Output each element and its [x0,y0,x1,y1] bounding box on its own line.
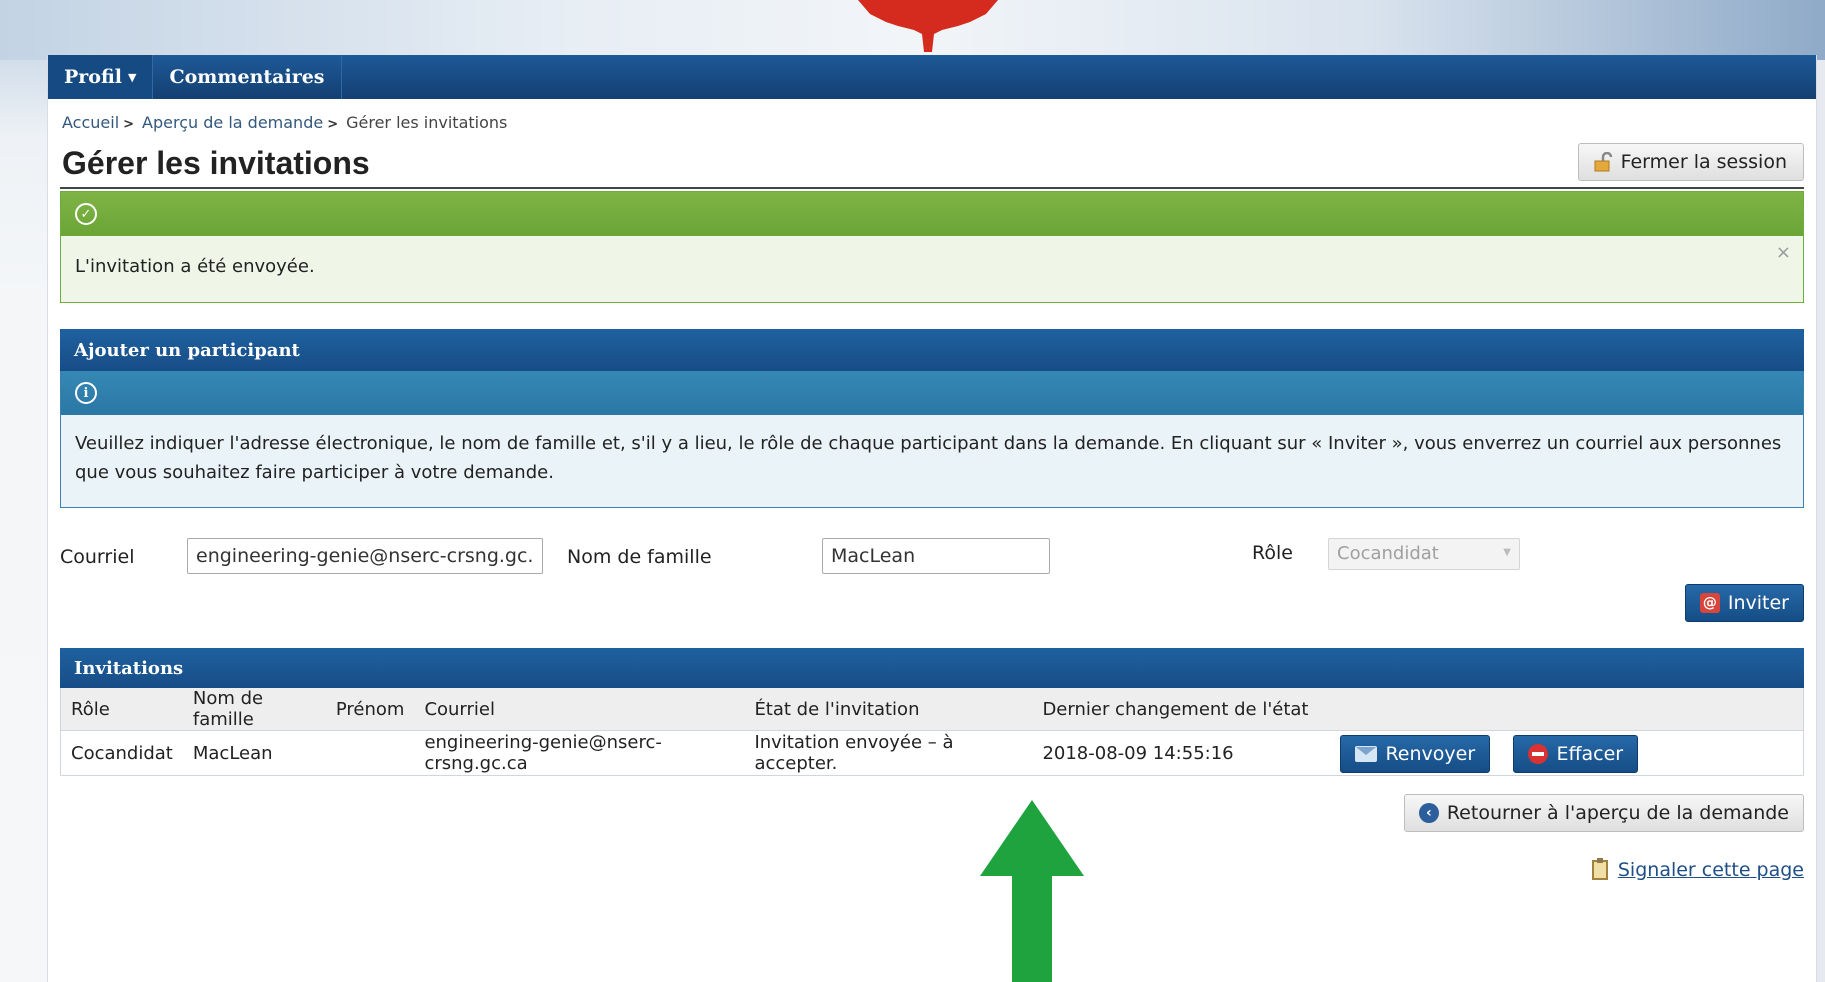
chevron-down-icon: ▼ [128,70,137,84]
footer-actions: ‹ Retourner à l'aperçu de la demande Sig… [48,776,1816,926]
chevron-down-icon: ▼ [1503,547,1511,558]
nav-comments[interactable]: Commentaires [153,55,342,99]
top-navigation: Profil ▼ Commentaires [48,55,1816,99]
cell-changed: 2018-08-09 14:55:16 [1042,742,1234,764]
invitations-table-wrap: Rôle Nom de famille Prénom Courriel État… [60,688,1804,776]
row-actions: Renvoyer Effacer [1340,731,1793,775]
breadcrumb-overview-link[interactable]: Aperçu de la demande [142,113,323,132]
lastname-label: Nom de famille [567,546,712,568]
logout-label: Fermer la session [1620,151,1787,173]
back-label: Retourner à l'aperçu de la demande [1446,802,1789,824]
nav-comments-label: Commentaires [169,66,325,88]
breadcrumb-current: Gérer les invitations [346,113,508,132]
table-header-row: Rôle Nom de famille Prénom Courriel État… [61,688,1803,731]
delete-icon [1528,744,1549,764]
page-title: Gérer les invitations [62,145,370,181]
report-label: Signaler cette page [1617,859,1804,881]
column-header: État de l'invitation [744,688,1033,731]
breadcrumb: Accueil > Aperçu de la demande > Gérer les i… [48,99,1816,141]
lastname-field[interactable] [822,538,1050,574]
delete-label: Effacer [1556,743,1624,765]
invitations-heading: Invitations [60,648,1804,688]
back-arrow-icon: ‹ [1418,803,1439,823]
lock-icon [1594,152,1612,172]
success-alert: ✓ L'invitation a été envoyée. × [60,191,1804,303]
email-label: Courriel [60,546,135,568]
email-field[interactable] [187,538,543,574]
info-text: Veuillez indiquer l'adresse électronique… [61,415,1803,507]
cell-role: Cocandidat [71,742,173,764]
invitations-table: Rôle Nom de famille Prénom Courriel État… [61,688,1803,775]
column-header-actions [1330,688,1803,731]
resend-button[interactable]: Renvoyer [1340,735,1491,773]
column-header: Rôle [61,688,183,731]
report-page-link[interactable]: Signaler cette page [1591,858,1804,881]
column-header: Courriel [414,688,745,731]
cell-status: Invitation envoyée – à accepter. [754,732,954,774]
invite-button[interactable]: @ Inviter [1684,584,1804,622]
breadcrumb-separator-icon: > [327,117,339,132]
cell-actions: Renvoyer Effacer [1330,731,1803,776]
breadcrumb-home-link[interactable]: Accueil [62,113,119,132]
info-icon: i [75,382,97,404]
role-select[interactable]: Cocandidat ▼ [1328,538,1520,570]
annotation-arrow-icon [980,800,1084,982]
title-row: Gérer les invitations Fermer la session [60,141,1804,189]
clipboard-icon [1591,858,1608,880]
column-header: Nom de famille [182,688,326,731]
email-at-icon: @ [1699,593,1720,613]
maple-leaf-icon [858,0,998,52]
success-alert-header: ✓ [61,192,1803,236]
column-header: Prénom [325,688,415,731]
resend-label: Renvoyer [1385,743,1476,765]
nav-profile-menu[interactable]: Profil ▼ [48,55,154,99]
check-circle-icon: ✓ [75,203,97,225]
breadcrumb-separator-icon: > [123,117,135,132]
info-box: i Veuillez indiquer l'adresse électroniq… [60,371,1804,508]
add-participant-heading: Ajouter un participant [60,329,1804,371]
main-container: Profil ▼ Commentaires Accueil > Aperçu de … [47,55,1817,982]
role-label: Rôle [1252,542,1293,564]
role-select-value: Cocandidat [1337,543,1439,564]
success-message: L'invitation a été envoyée. [75,256,315,277]
column-header: Dernier changement de l'état [1032,688,1331,731]
cell-email: engineering-genie@nserc-crsng.gc.ca [424,732,662,774]
table-row: Cocandidat MacLean engineering-genie@nse… [61,731,1803,776]
back-to-overview-button[interactable]: ‹ Retourner à l'aperçu de la demande [1403,794,1804,832]
invitations-title: Invitations [74,657,184,679]
info-box-header: i [61,371,1803,415]
delete-button[interactable]: Effacer [1513,735,1639,773]
envelope-icon [1355,746,1378,762]
nav-profile-label: Profil [64,66,123,88]
add-participant-title: Ajouter un participant [74,339,300,361]
cell-firstname [326,731,415,776]
invite-label: Inviter [1727,592,1789,614]
add-participant-form: Courriel Nom de famille Rôle Cocandidat … [60,508,1804,648]
cell-lastname: MacLean [192,742,273,764]
success-alert-body: L'invitation a été envoyée. × [61,236,1803,302]
logout-button[interactable]: Fermer la session [1577,143,1804,181]
close-icon[interactable]: × [1776,242,1791,263]
